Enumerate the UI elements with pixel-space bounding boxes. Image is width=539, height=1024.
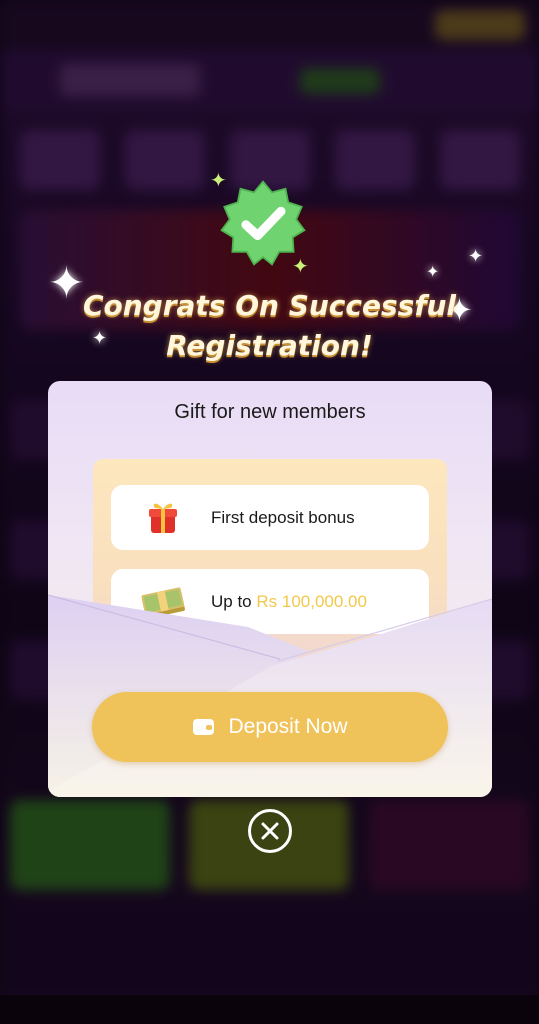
close-icon [261,822,279,840]
sparkle-icon: ✦ [468,246,484,267]
success-check-icon [220,180,306,266]
congrats-heading: Congrats On Successful Registration! [0,286,539,366]
deposit-now-label: Deposit Now [228,715,348,738]
gift-icon [149,503,177,533]
gift-modal: Gift for new members First deposit bonus… [48,381,492,797]
gift-item-first-deposit: First deposit bonus [111,485,429,550]
deposit-now-button[interactable]: Deposit Now [92,692,448,762]
modal-title: Gift for new members [174,401,366,423]
congrats-line-1: Congrats On Successful [82,289,457,322]
congrats-line-2: Registration! [166,329,373,362]
first-deposit-label: First deposit bonus [211,508,355,527]
close-button[interactable] [248,809,292,853]
wallet-icon [193,719,215,735]
sparkle-icon: ✦ [426,262,440,281]
